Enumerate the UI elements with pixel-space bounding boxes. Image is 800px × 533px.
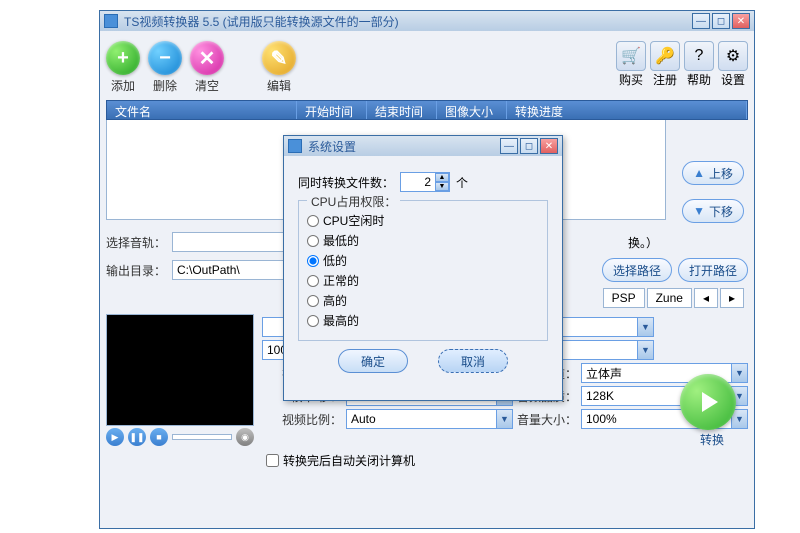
col-filename[interactable]: 文件名 <box>107 101 297 119</box>
chevron-down-icon: ▼ <box>637 318 653 336</box>
edit-icon: ✎ <box>262 41 296 75</box>
pause-button[interactable]: ❚❚ <box>128 428 146 446</box>
chevron-down-icon: ▼ <box>637 341 653 359</box>
ok-button[interactable]: 确定 <box>338 349 408 373</box>
cpu-high-radio[interactable] <box>307 295 319 307</box>
dialog-title: 系统设置 <box>308 138 500 155</box>
clear-button[interactable]: ✕清空 <box>190 41 224 94</box>
minimize-button[interactable]: — <box>692 13 710 29</box>
toolbar: +添加 −删除 ✕清空 ✎编辑 🛒购买 🔑注册 ?帮助 ⚙设置 <box>106 37 748 100</box>
settings-dialog: 系统设置 — ◻ ✕ 同时转换文件数： 2 ▲▼ 个 CPU占用权限： CPU空… <box>283 135 563 401</box>
unit-label: 个 <box>456 174 468 191</box>
tab-psp[interactable]: PSP <box>603 288 645 308</box>
audio-note: 换。） <box>628 234 658 251</box>
dialog-close-button[interactable]: ✕ <box>540 138 558 154</box>
tab-scroll-left[interactable]: ◂ <box>694 288 718 308</box>
cancel-button[interactable]: 取消 <box>438 349 508 373</box>
chevron-up-icon: ▲ <box>693 166 705 180</box>
col-size[interactable]: 图像大小 <box>437 101 507 119</box>
edit-button[interactable]: ✎编辑 <box>262 41 296 94</box>
main-titlebar[interactable]: TS视频转换器 5.5 (试用版只能转换源文件的一部分) — ◻ ✕ <box>100 11 754 31</box>
audio-track-label: 选择音轨： <box>106 234 166 251</box>
cpu-low-radio[interactable] <box>307 255 319 267</box>
key-icon: 🔑 <box>650 41 680 71</box>
ratio-label: 视频比例： <box>262 411 342 428</box>
convert-label: 转换 <box>700 431 724 448</box>
gear-icon: ⚙ <box>718 41 748 71</box>
x-icon: ✕ <box>190 41 224 75</box>
cpu-groupbox: CPU占用权限： CPU空闲时 最低的 低的 正常的 高的 最高的 <box>298 200 548 341</box>
dialog-minimize-button[interactable]: — <box>500 138 518 154</box>
cpu-idle-radio[interactable] <box>307 215 319 227</box>
stop-button[interactable]: ■ <box>150 428 168 446</box>
concurrent-spinner[interactable]: 2 ▲▼ <box>400 172 450 192</box>
col-end[interactable]: 结束时间 <box>367 101 437 119</box>
preview-pane <box>106 314 254 426</box>
snapshot-button[interactable]: ◉ <box>236 428 254 446</box>
seek-slider[interactable] <box>172 434 232 440</box>
spin-up-icon[interactable]: ▲ <box>435 173 449 182</box>
play-button[interactable]: ▶ <box>106 428 124 446</box>
plus-icon: + <box>106 41 140 75</box>
choose-path-button[interactable]: 选择路径 <box>602 258 672 282</box>
concurrent-label: 同时转换文件数： <box>298 174 394 191</box>
maximize-button[interactable]: ◻ <box>712 13 730 29</box>
app-icon <box>288 139 302 153</box>
cpu-normal-radio[interactable] <box>307 275 319 287</box>
buy-button[interactable]: 🛒购买 <box>616 41 646 88</box>
help-icon: ? <box>684 41 714 71</box>
add-button[interactable]: +添加 <box>106 41 140 94</box>
move-up-button[interactable]: ▲上移 <box>682 161 744 185</box>
settings-button[interactable]: ⚙设置 <box>718 41 748 88</box>
output-dir-label: 输出目录： <box>106 262 166 279</box>
chevron-down-icon: ▼ <box>693 204 705 218</box>
register-button[interactable]: 🔑注册 <box>650 41 680 88</box>
cpu-lowest-radio[interactable] <box>307 235 319 247</box>
shutdown-label: 转换完后自动关闭计算机 <box>283 452 415 469</box>
dialog-titlebar[interactable]: 系统设置 — ◻ ✕ <box>284 136 562 156</box>
cpu-group-title: CPU占用权限： <box>307 193 400 210</box>
app-icon <box>104 14 118 28</box>
col-start[interactable]: 开始时间 <box>297 101 367 119</box>
help-button[interactable]: ?帮助 <box>684 41 714 88</box>
col-progress[interactable]: 转换进度 <box>507 101 747 119</box>
convert-button[interactable] <box>680 374 736 430</box>
delete-button[interactable]: −删除 <box>148 41 182 94</box>
play-icon <box>702 392 718 412</box>
close-button[interactable]: ✕ <box>732 13 750 29</box>
minus-icon: − <box>148 41 182 75</box>
dialog-maximize-button[interactable]: ◻ <box>520 138 538 154</box>
volume-label: 音量大小： <box>517 411 577 428</box>
window-title: TS视频转换器 5.5 (试用版只能转换源文件的一部分) <box>124 13 692 30</box>
cpu-highest-radio[interactable] <box>307 315 319 327</box>
open-path-button[interactable]: 打开路径 <box>678 258 748 282</box>
tab-scroll-right[interactable]: ▸ <box>720 288 744 308</box>
shutdown-checkbox[interactable] <box>266 454 279 467</box>
cart-icon: 🛒 <box>616 41 646 71</box>
tab-zune[interactable]: Zune <box>647 288 692 308</box>
move-down-button[interactable]: ▼下移 <box>682 199 744 223</box>
list-header: 文件名 开始时间 结束时间 图像大小 转换进度 <box>106 100 748 120</box>
ratio-combo[interactable]: Auto▼ <box>346 409 513 429</box>
spin-down-icon[interactable]: ▼ <box>435 182 449 191</box>
